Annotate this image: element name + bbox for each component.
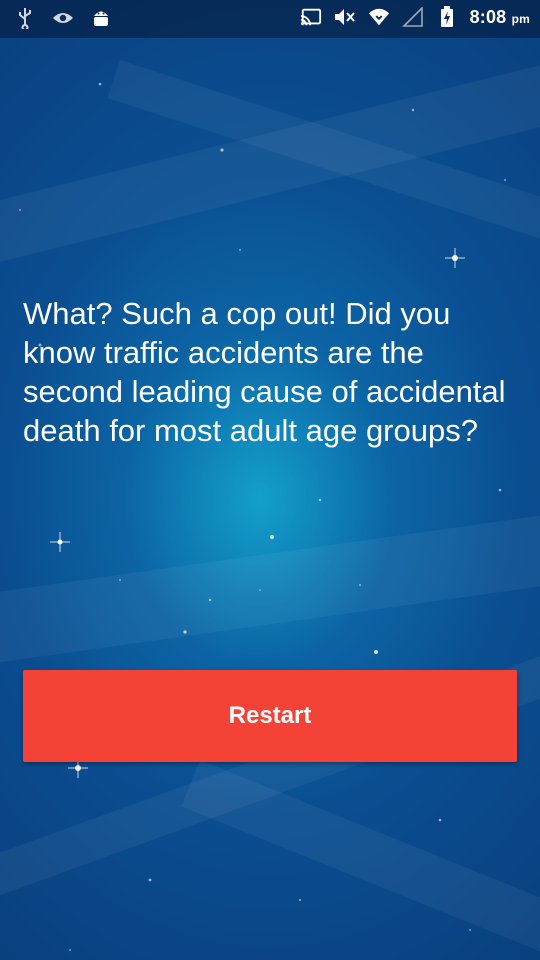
cast-icon [300, 6, 322, 28]
status-bar: 8:08 pm [0, 0, 540, 38]
wifi-icon [368, 6, 390, 28]
result-message: What? Such a cop out! Did you know traff… [23, 296, 506, 448]
android-icon [90, 7, 112, 29]
clock: 8:08 pm [469, 6, 530, 27]
signal-icon [401, 6, 424, 28]
usb-icon [14, 7, 36, 29]
starfield [19, 82, 506, 951]
restart-button[interactable]: Restart [23, 670, 517, 762]
battery-charging-icon [436, 6, 458, 28]
mute-icon [334, 6, 356, 28]
eye-icon [52, 7, 74, 29]
